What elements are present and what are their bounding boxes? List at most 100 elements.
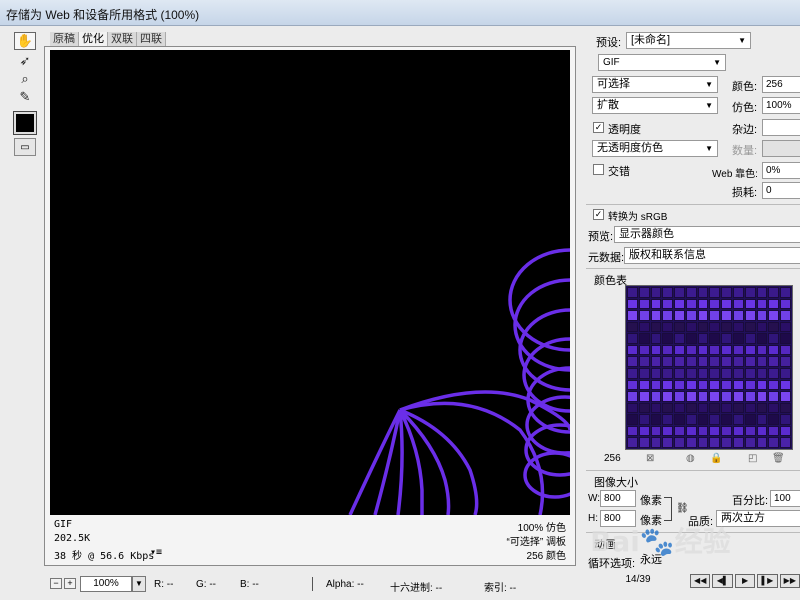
color-swatch[interactable] [733, 344, 744, 356]
width-field[interactable]: 800 [600, 490, 636, 507]
color-swatch[interactable] [662, 287, 674, 298]
color-swatch[interactable] [733, 391, 744, 402]
color-swatch[interactable] [697, 391, 709, 402]
transparency-checkbox[interactable]: ✓ [593, 122, 604, 133]
color-swatch[interactable] [638, 310, 650, 321]
color-swatch[interactable] [697, 437, 709, 448]
color-swatch[interactable] [627, 356, 638, 367]
color-swatch[interactable] [650, 367, 662, 379]
color-swatch[interactable] [780, 437, 791, 448]
color-swatch[interactable] [709, 425, 721, 437]
tab-original[interactable]: 原稿 [50, 32, 79, 46]
color-swatch[interactable] [650, 333, 662, 344]
colors-field[interactable]: 256 [762, 76, 800, 93]
color-swatch[interactable] [627, 321, 638, 333]
dither-algorithm-dropdown[interactable]: 扩散 ▼ [592, 97, 718, 114]
color-swatch[interactable] [685, 437, 697, 448]
color-swatch[interactable] [721, 425, 733, 437]
color-swatch[interactable] [721, 367, 733, 379]
color-swatch[interactable] [780, 344, 791, 356]
color-swatch[interactable] [768, 344, 780, 356]
color-swatch[interactable] [638, 321, 650, 333]
color-swatch[interactable] [768, 287, 780, 298]
color-swatch[interactable] [709, 367, 721, 379]
color-swatch[interactable] [697, 414, 709, 425]
lossy-field[interactable]: 0 [762, 182, 800, 199]
color-swatch[interactable] [721, 391, 733, 402]
color-swatch[interactable] [733, 367, 744, 379]
interlace-checkbox[interactable] [593, 164, 604, 175]
color-swatch[interactable] [650, 344, 662, 356]
color-swatch[interactable] [721, 310, 733, 321]
color-swatch[interactable] [780, 310, 791, 321]
color-swatch[interactable] [721, 414, 733, 425]
color-swatch[interactable] [662, 356, 674, 367]
color-swatch[interactable] [627, 402, 638, 414]
convert-srgb-checkbox[interactable]: ✓ [593, 209, 604, 220]
color-swatch[interactable] [756, 287, 768, 298]
color-swatch[interactable] [650, 356, 662, 367]
color-swatch[interactable] [650, 287, 662, 298]
color-swatch[interactable] [627, 414, 638, 425]
color-swatch[interactable] [697, 356, 709, 367]
color-swatch[interactable] [768, 402, 780, 414]
link-icon[interactable]: ⛓ [676, 503, 689, 514]
color-swatch[interactable] [768, 425, 780, 437]
color-swatch[interactable] [685, 287, 697, 298]
color-swatch[interactable] [650, 414, 662, 425]
color-swatch[interactable] [744, 391, 756, 402]
color-swatch[interactable] [780, 367, 791, 379]
color-swatch[interactable] [721, 356, 733, 367]
color-swatch[interactable] [756, 298, 768, 310]
matte-field[interactable] [762, 119, 800, 136]
color-swatch[interactable] [674, 391, 685, 402]
color-swatch[interactable] [638, 425, 650, 437]
color-swatch[interactable] [768, 391, 780, 402]
color-swatch[interactable] [744, 425, 756, 437]
color-swatch[interactable] [733, 379, 744, 391]
color-swatch[interactable] [756, 425, 768, 437]
color-swatch[interactable] [650, 298, 662, 310]
play-button[interactable]: ▶ [734, 574, 756, 588]
color-swatch[interactable] [768, 321, 780, 333]
color-swatch[interactable] [674, 437, 685, 448]
color-swatch[interactable] [780, 321, 791, 333]
preview-dropdown[interactable]: 显示器颜色 [614, 226, 800, 243]
eyedropper-color-swatch[interactable] [13, 111, 37, 135]
color-swatch[interactable] [674, 402, 685, 414]
color-swatch[interactable] [662, 402, 674, 414]
color-swatch[interactable] [662, 367, 674, 379]
color-swatch[interactable] [733, 414, 744, 425]
color-swatch[interactable] [744, 287, 756, 298]
tab-2up[interactable]: 双联 [108, 32, 137, 46]
color-swatch[interactable] [780, 298, 791, 310]
color-swatch[interactable] [674, 321, 685, 333]
color-swatch[interactable] [627, 379, 638, 391]
color-swatch[interactable] [674, 344, 685, 356]
color-swatch[interactable] [638, 356, 650, 367]
color-swatch[interactable] [638, 333, 650, 344]
color-swatch[interactable] [780, 414, 791, 425]
color-swatch[interactable] [709, 344, 721, 356]
color-swatch[interactable] [768, 379, 780, 391]
color-swatch[interactable] [721, 321, 733, 333]
color-swatch[interactable] [709, 310, 721, 321]
color-swatch[interactable] [744, 344, 756, 356]
color-swatch[interactable] [756, 344, 768, 356]
color-swatch[interactable] [662, 321, 674, 333]
toggle-slice-visibility-icon[interactable]: ▭ [14, 138, 36, 156]
color-swatch[interactable] [744, 367, 756, 379]
color-swatch[interactable] [709, 298, 721, 310]
slice-select-tool-icon[interactable]: ➶ [14, 52, 36, 70]
color-swatch[interactable] [768, 437, 780, 448]
color-swatch[interactable] [780, 333, 791, 344]
color-swatch[interactable] [662, 379, 674, 391]
color-swatch[interactable] [768, 414, 780, 425]
last-frame-button[interactable]: ▶▶ [779, 574, 800, 588]
color-swatch[interactable] [674, 367, 685, 379]
new-color-icon[interactable]: ◰ [748, 453, 757, 464]
color-swatch[interactable] [744, 310, 756, 321]
download-time-menu-icon[interactable]: ▾≡ [150, 547, 162, 558]
color-swatch[interactable] [697, 298, 709, 310]
color-swatch[interactable] [685, 414, 697, 425]
